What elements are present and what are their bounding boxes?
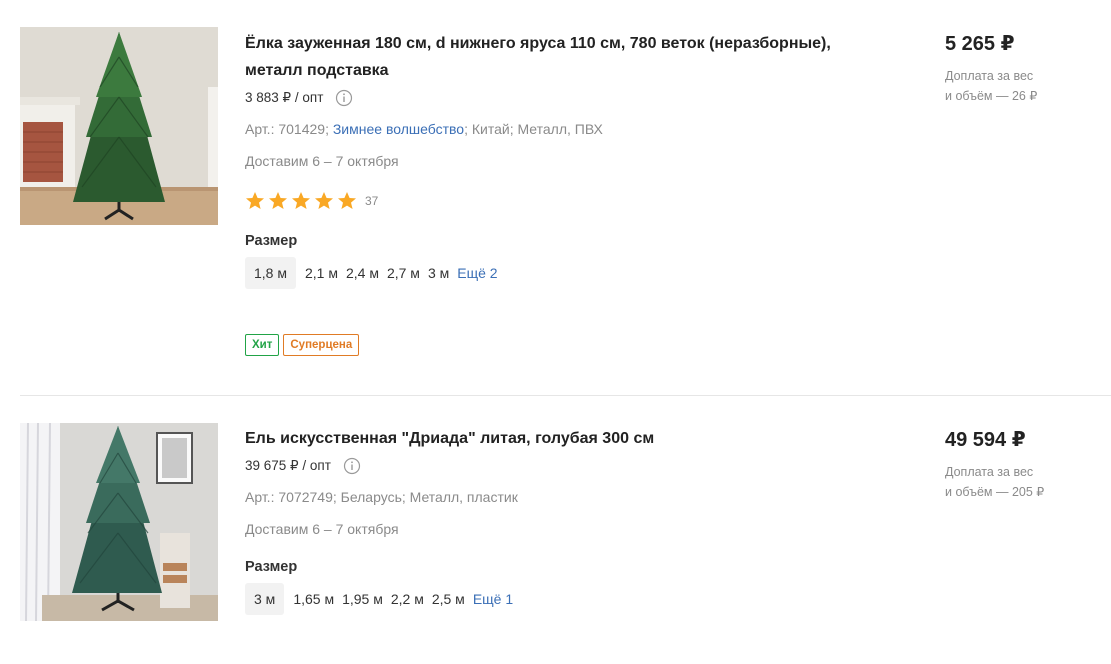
article-prefix: Арт.: 701429; xyxy=(245,121,333,137)
wholesale-price-text: 3 883 ₽ / опт xyxy=(245,90,324,105)
surcharge: Доплата за вес и объём — 26 ₽ xyxy=(945,66,1105,106)
size-option[interactable]: 2,1 м xyxy=(296,257,342,289)
star-icon xyxy=(269,192,287,209)
size-option[interactable]: 1,65 м xyxy=(284,583,338,615)
product-info: Ёлка зауженная 180 см, d нижнего яруса 1… xyxy=(245,30,885,356)
rating-count[interactable]: 37 xyxy=(365,194,378,208)
star-icon xyxy=(292,192,310,209)
delivery-date: Доставим 6 – 7 октября xyxy=(245,153,399,169)
surcharge-line2: и объём — 205 ₽ xyxy=(945,485,1045,499)
info-icon[interactable] xyxy=(335,89,353,107)
size-label: Размер xyxy=(245,559,298,575)
wholesale-price-text: 39 675 ₽ / опт xyxy=(245,458,331,473)
size-option[interactable]: 2,4 м xyxy=(342,257,383,289)
price: 49 594 ₽ xyxy=(945,429,1026,451)
product-image[interactable] xyxy=(20,27,218,225)
wholesale-price: 39 675 ₽ / опт xyxy=(245,457,885,475)
surcharge: Доплата за вес и объём — 205 ₽ xyxy=(945,462,1105,502)
wholesale-price: 3 883 ₽ / опт xyxy=(245,89,885,107)
stars xyxy=(245,191,357,211)
product-card: Ёлка зауженная 180 см, d нижнего яруса 1… xyxy=(0,0,1111,395)
delivery-date: Доставим 6 – 7 октября xyxy=(245,521,399,537)
size-label: Размер xyxy=(245,233,298,249)
price-block: 5 265 ₽ Доплата за вес и объём — 26 ₽ xyxy=(945,31,1105,106)
price-block: 49 594 ₽ Доплата за вес и объём — 205 ₽ xyxy=(945,427,1105,502)
product-title[interactable]: Ель искусственная "Дриада" литая, голуба… xyxy=(245,425,885,452)
badge-hit: Хит xyxy=(245,334,280,356)
brand-link[interactable]: Зимнее волшебство xyxy=(333,121,464,137)
product-meta: Арт.: 701429; Зимнее волшебство; Китай; … xyxy=(245,119,885,139)
product-info: Ель искусственная "Дриада" литая, голуба… xyxy=(245,425,885,615)
badge-superprice: Суперцена xyxy=(283,334,360,356)
star-icon xyxy=(315,192,333,209)
rating[interactable]: 37 xyxy=(245,191,885,211)
star-icon xyxy=(246,192,264,209)
product-card: Ель искусственная "Дриада" литая, голуба… xyxy=(0,396,1111,664)
product-title[interactable]: Ёлка зауженная 180 см, d нижнего яруса 1… xyxy=(245,30,885,84)
size-option[interactable]: 2,2 м xyxy=(387,583,428,615)
size-options: 1,8 м 2,1 м 2,4 м 2,7 м 3 м Ещё 2 xyxy=(245,257,885,289)
star-icon xyxy=(338,192,356,209)
more-sizes-link[interactable]: Ещё 2 xyxy=(457,265,497,281)
badges: Хит Суперцена xyxy=(245,334,885,356)
more-sizes-link[interactable]: Ещё 1 xyxy=(473,591,513,607)
info-icon[interactable] xyxy=(343,457,361,475)
size-option-selected[interactable]: 3 м xyxy=(245,583,285,615)
size-option[interactable]: 1,95 м xyxy=(338,583,387,615)
size-option[interactable]: 2,7 м xyxy=(383,257,424,289)
christmas-tree-photo xyxy=(20,423,218,621)
size-option[interactable]: 3 м xyxy=(424,257,453,289)
christmas-tree-photo xyxy=(20,27,218,225)
surcharge-line1: Доплата за вес xyxy=(945,69,1034,83)
surcharge-line2: и объём — 26 ₽ xyxy=(945,89,1038,103)
article-suffix: ; Китай; Металл, ПВХ xyxy=(464,121,603,137)
size-option[interactable]: 2,5 м xyxy=(428,583,469,615)
price: 5 265 ₽ xyxy=(945,33,1015,55)
surcharge-line1: Доплата за вес xyxy=(945,465,1034,479)
product-meta: Арт.: 7072749; Беларусь; Металл, пластик xyxy=(245,489,518,505)
size-options: 3 м 1,65 м 1,95 м 2,2 м 2,5 м Ещё 1 xyxy=(245,583,885,615)
size-option-selected[interactable]: 1,8 м xyxy=(245,257,296,289)
product-image[interactable] xyxy=(20,423,218,621)
